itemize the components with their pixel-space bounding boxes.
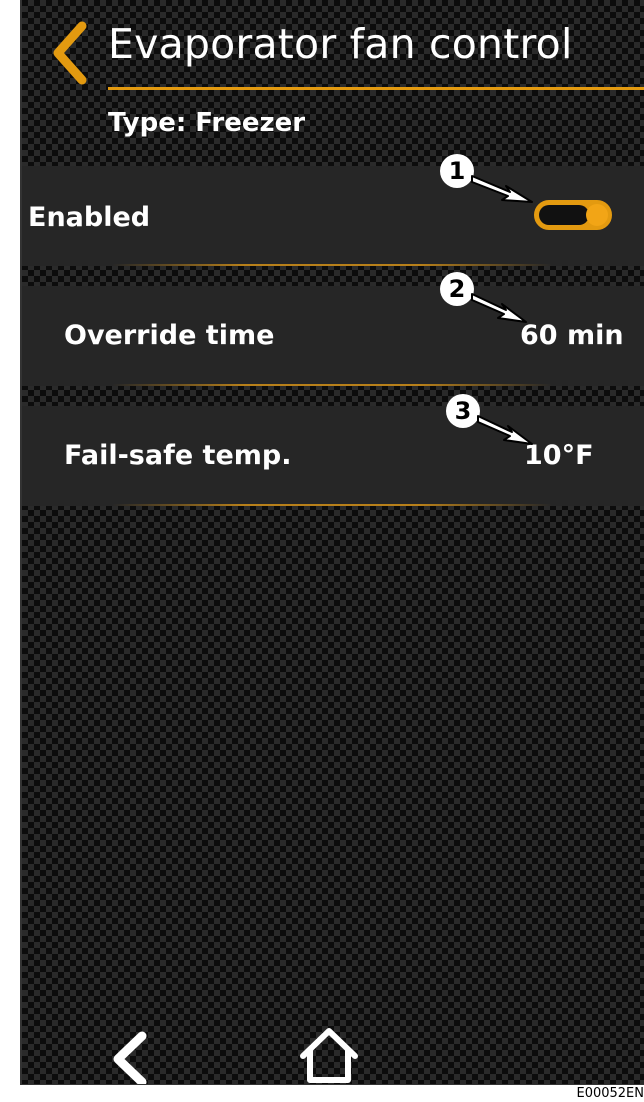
- setting-value: 60 min: [520, 320, 624, 351]
- row-separator: [112, 264, 552, 266]
- row-separator: [112, 384, 552, 386]
- callout-number: 1: [440, 154, 474, 188]
- back-chevron-icon[interactable]: [46, 18, 96, 88]
- row-separator: [112, 504, 552, 506]
- toggle-knob: [586, 204, 608, 226]
- callout-arrow-icon: [471, 293, 527, 323]
- page-title: Evaporator fan control: [108, 20, 573, 68]
- enabled-toggle[interactable]: [534, 200, 612, 230]
- callout-number: 3: [446, 394, 480, 428]
- setting-label: Override time: [64, 320, 275, 351]
- title-underline: [108, 87, 644, 90]
- setting-row-override-time[interactable]: Override time 60 min: [22, 286, 644, 386]
- setting-label: Enabled: [28, 202, 151, 233]
- callout-arrow-icon: [471, 175, 533, 203]
- callout-number: 2: [440, 272, 474, 306]
- setting-row-enabled[interactable]: Enabled: [22, 166, 644, 266]
- header: Evaporator fan control: [22, 0, 644, 90]
- device-type-label: Type: Freezer: [108, 108, 306, 138]
- toggle-track: [539, 205, 589, 225]
- callout-arrow-icon: [477, 415, 533, 445]
- setting-row-fail-safe-temp[interactable]: Fail-safe temp. 10°F: [22, 406, 644, 506]
- figure-reference-code: E00052EN: [576, 1086, 644, 1101]
- device-screen: Evaporator fan control Type: Freezer Ena…: [22, 0, 644, 1084]
- setting-label: Fail-safe temp.: [64, 440, 292, 471]
- nav-home-icon[interactable]: [298, 1026, 360, 1084]
- nav-back-icon[interactable]: [110, 1030, 150, 1084]
